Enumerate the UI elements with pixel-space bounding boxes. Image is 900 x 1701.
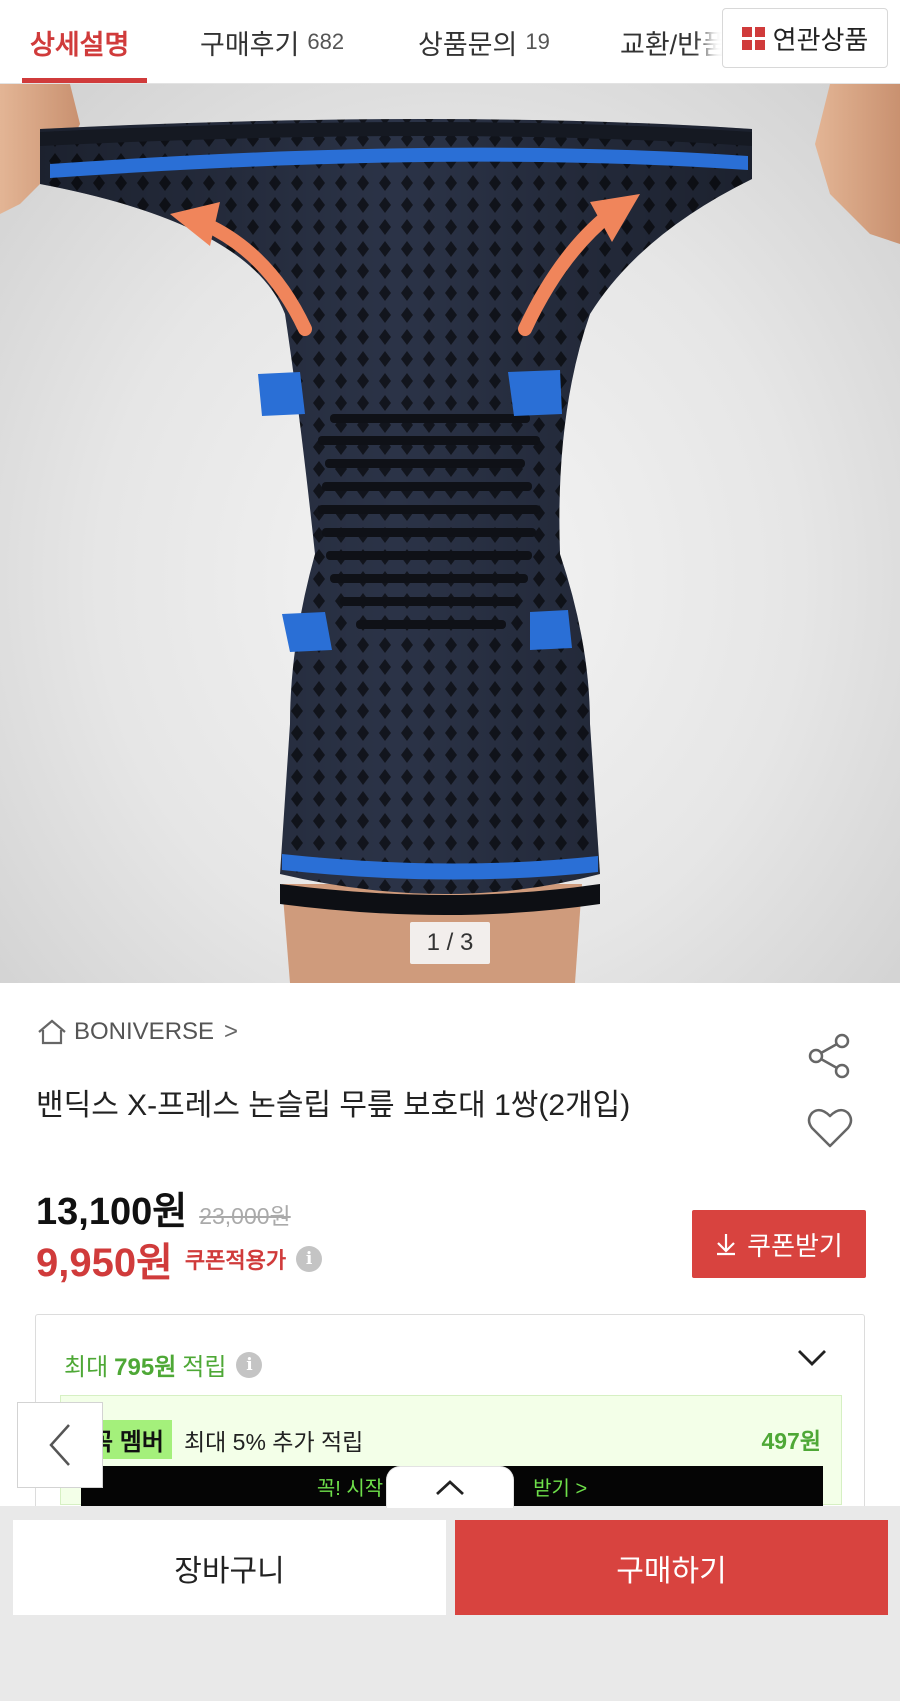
product-title: 밴딕스 X-프레스 논슬립 무릎 보호대 1쌍(2개입) xyxy=(36,1089,631,1122)
bottom-action-bar: 장바구니 구매하기 xyxy=(0,1506,900,1701)
get-coupon-label: 쿠폰받기 xyxy=(747,1230,843,1261)
product-image[interactable]: 1 / 3 xyxy=(0,84,900,983)
related-products-button[interactable]: 연관상품 xyxy=(722,8,888,68)
grid-icon xyxy=(741,26,765,50)
chevron-right-icon: > xyxy=(224,1018,239,1045)
tab-reviews-count: 682 xyxy=(307,29,345,54)
chevron-left-icon xyxy=(49,1424,70,1466)
tab-qna-count: 19 xyxy=(525,29,550,54)
chevron-up-icon xyxy=(436,1479,464,1495)
heart-icon[interactable] xyxy=(806,1106,854,1150)
member-benefit-line: 꼭 멤버 최대 5% 추가 적립 xyxy=(83,1420,363,1459)
home-icon xyxy=(38,1019,66,1045)
gallery-page-indicator: 1 / 3 xyxy=(410,922,490,964)
coupon-price-row: 9,950원 쿠폰적용가 i xyxy=(36,1230,323,1288)
tab-exchange[interactable]: 교환/반품 xyxy=(620,0,727,83)
download-icon xyxy=(717,1234,736,1256)
share-icon[interactable] xyxy=(806,1032,854,1080)
member-points-amount: 497원 xyxy=(761,1428,821,1454)
points-info-icon[interactable]: i xyxy=(236,1351,263,1378)
member-banner-left: 꼭! 시작 xyxy=(316,1477,384,1500)
tab-reviews-label: 구매후기 xyxy=(200,29,300,60)
sale-price: 13,100원 xyxy=(36,1191,188,1233)
tab-exchange-label: 교환/반품 xyxy=(620,29,727,60)
collapse-handle[interactable] xyxy=(386,1466,514,1508)
tab-qna[interactable]: 상품문의 19 xyxy=(418,0,550,83)
brand-name: BONIVERSE xyxy=(74,1018,215,1045)
tab-bar: 상세설명 구매후기 682 상품문의 19 교환/반품 연관상품 xyxy=(0,0,900,84)
related-products-label: 연관상품 xyxy=(772,24,869,55)
max-points[interactable]: 최대 795원 적립 i xyxy=(64,1347,263,1382)
member-banner-right: 받기 > xyxy=(533,1477,588,1500)
info-icon[interactable]: i xyxy=(296,1246,323,1272)
tab-detail[interactable]: 상세설명 xyxy=(30,0,130,83)
tab-qna-label: 상품문의 xyxy=(418,29,518,60)
tab-detail-label: 상세설명 xyxy=(30,29,130,60)
tab-reviews[interactable]: 구매후기 682 xyxy=(200,0,345,83)
member-benefit-text: 최대 5% 추가 적립 xyxy=(183,1428,364,1455)
knee-sleeve-illustration xyxy=(0,84,900,983)
brand-link[interactable]: BONIVERSE > xyxy=(36,1018,238,1046)
max-points-amount: 795원 xyxy=(114,1354,177,1381)
add-to-cart-button[interactable]: 장바구니 xyxy=(13,1520,446,1615)
back-button[interactable] xyxy=(17,1402,103,1488)
buy-now-button[interactable]: 구매하기 xyxy=(455,1520,888,1615)
chevron-down-icon[interactable] xyxy=(796,1347,828,1367)
max-points-suffix: 적립 xyxy=(182,1354,227,1381)
price-row: 13,100원 23,000원 xyxy=(36,1180,291,1235)
add-to-cart-label: 장바구니 xyxy=(174,1554,285,1588)
gallery-page-indicator-text: 1 / 3 xyxy=(426,929,474,956)
coupon-price: 9,950원 xyxy=(36,1241,173,1285)
max-points-prefix: 최대 xyxy=(64,1354,109,1381)
get-coupon-button[interactable]: 쿠폰받기 xyxy=(692,1210,866,1278)
coupon-price-label: 쿠폰적용가 xyxy=(184,1248,287,1273)
active-tab-indicator xyxy=(22,78,147,83)
member-badge-label: 멤버 xyxy=(119,1429,164,1456)
original-price: 23,000원 xyxy=(199,1203,291,1229)
buy-now-label: 구매하기 xyxy=(616,1554,727,1588)
